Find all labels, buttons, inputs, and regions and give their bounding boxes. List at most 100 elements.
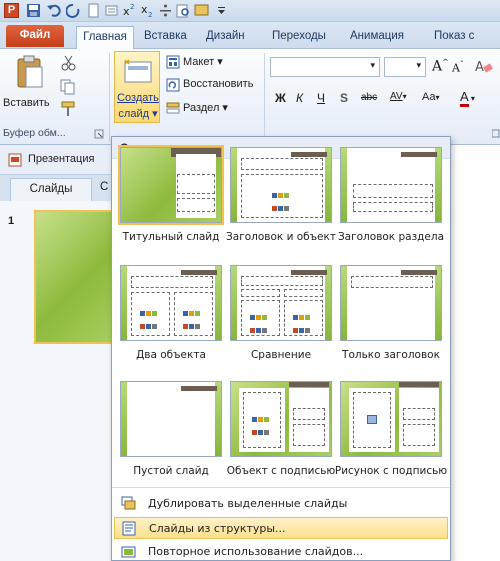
tab-insert[interactable]: Вставка [144,26,187,49]
green-border-decoration [231,266,237,340]
presentation-pane-bar: Презентация [0,145,120,175]
layout-label: Титульный слайд [122,231,220,243]
tab-animations[interactable]: Анимация [350,26,404,49]
chevron-down-icon: ▾ [370,61,375,71]
content-icons [250,311,272,333]
layout-thumbnail [120,265,222,341]
reset-button[interactable]: Восстановить [183,78,253,90]
section-button[interactable]: Раздел ▾ [183,101,228,114]
duplicate-slides-icon [121,496,136,511]
title-placeholder [353,184,433,198]
svg-text:A: A [475,60,484,75]
tab-slides[interactable]: Слайды [10,178,92,201]
font-color-button[interactable]: A ▾ [460,89,475,107]
content-placeholder-left [241,300,280,336]
customize-dropdown-icon[interactable] [214,3,229,18]
save-icon[interactable] [26,3,41,18]
layout-thumbnail [340,265,442,341]
menu-divider [112,487,450,488]
tab-outline[interactable]: С [100,181,108,193]
heading-placeholder-right [284,289,323,297]
shrink-font-button[interactable]: Aˇ [452,60,464,75]
powerpoint-logo-icon: P [4,3,19,18]
menu-item-label: Слайды из структуры... [149,522,286,535]
new-slide-label-2: слайд ▾ [118,108,158,120]
slides-from-outline-menu-item[interactable]: Слайды из структуры... [114,517,448,539]
italic-button[interactable]: К [296,91,303,105]
green-border-decoration [215,382,221,456]
slide-thumbnail[interactable] [34,210,120,344]
font-size-combo[interactable]: ▾ [384,57,426,77]
content-placeholder [241,174,323,218]
layout-icon [166,55,180,69]
title-placeholder [351,276,433,288]
text-shadow-button[interactable]: S [340,91,348,105]
subscript-icon[interactable]: x2 [140,3,155,19]
green-border-decoration [341,266,347,340]
strikethrough-button[interactable]: abc [361,92,377,103]
presentation-tab-label[interactable]: Презентация [28,153,94,165]
division-icon[interactable] [158,3,173,18]
quick-access-toolbar: P x2 x2 [0,0,500,22]
green-border-decoration [325,148,331,222]
layout-thumbnail [230,381,332,457]
caption-placeholder [293,424,325,446]
paste-icon[interactable] [14,55,46,91]
layout-thumbnail [230,147,332,223]
layout-thumbnail [120,381,222,457]
green-border-decoration [325,266,331,340]
cut-icon[interactable] [60,55,78,71]
heading-placeholder-left [241,289,280,297]
duplicate-slides-menu-item[interactable]: Дублировать выделенные слайды [114,493,448,515]
tab-transitions[interactable]: Переходы [272,26,326,49]
text-box-icon[interactable] [104,3,119,18]
new-slide-button[interactable]: Создать слайд ▾ [114,51,160,123]
title-placeholder [241,276,323,286]
underline-button[interactable]: Ч [317,91,325,105]
title-bar-decoration [181,270,217,275]
clipboard-launcher-icon[interactable] [94,129,104,139]
bold-button[interactable]: Ж [275,91,286,105]
section-icon [166,101,180,115]
font-launcher-icon[interactable] [491,129,500,139]
grow-font-button[interactable]: A^ [432,58,449,75]
chevron-down-icon: ▾ [416,61,421,71]
clipboard-group-label: Буфер обм... [3,127,66,139]
print-preview-icon[interactable] [176,3,191,18]
layout-button[interactable]: Макет ▾ [183,55,223,68]
title-bar-decoration [291,270,327,275]
tab-design[interactable]: Дизайн [206,26,245,49]
undo-icon[interactable] [46,3,61,18]
tab-file[interactable]: Файл [6,25,64,47]
paste-button[interactable]: Вставить [3,97,50,109]
superscript-icon[interactable]: x2 [122,3,137,18]
new-document-icon[interactable] [86,3,101,18]
content-icons [272,189,294,211]
content-icons [293,311,315,333]
slideshow-icon[interactable] [194,3,209,18]
menu-item-label: Повторное использование слайдов... [148,545,364,558]
redo-icon[interactable] [65,3,81,18]
copy-icon[interactable] [60,79,80,95]
character-spacing-button[interactable]: AV▾ [390,91,407,102]
reset-icon [166,78,180,92]
green-border-decoration [435,148,441,222]
title-bar-decoration [291,152,327,157]
tab-slideshow[interactable]: Показ с [434,26,474,49]
title-placeholder [241,158,323,170]
format-painter-icon[interactable] [60,101,80,117]
change-case-button[interactable]: Aa▾ [422,91,439,103]
content-placeholder-right [174,292,213,336]
font-name-combo[interactable]: ▾ [270,57,380,77]
layout-label: Два объекта [136,349,206,361]
tab-home[interactable]: Главная [76,26,134,50]
new-slide-label: Создать [117,92,159,104]
title-bar-decoration [401,152,437,157]
new-slide-dropdown-menu: Остин Титульный слайд Заголовок и объект [111,136,451,561]
reuse-slides-menu-item[interactable]: Повторное использование слайдов... [114,541,448,561]
clear-formatting-icon[interactable]: A [474,57,494,75]
reuse-slides-icon [121,544,136,559]
layout-thumbnail [340,147,442,223]
caption-placeholder [403,424,435,446]
svg-text:2: 2 [130,3,134,11]
